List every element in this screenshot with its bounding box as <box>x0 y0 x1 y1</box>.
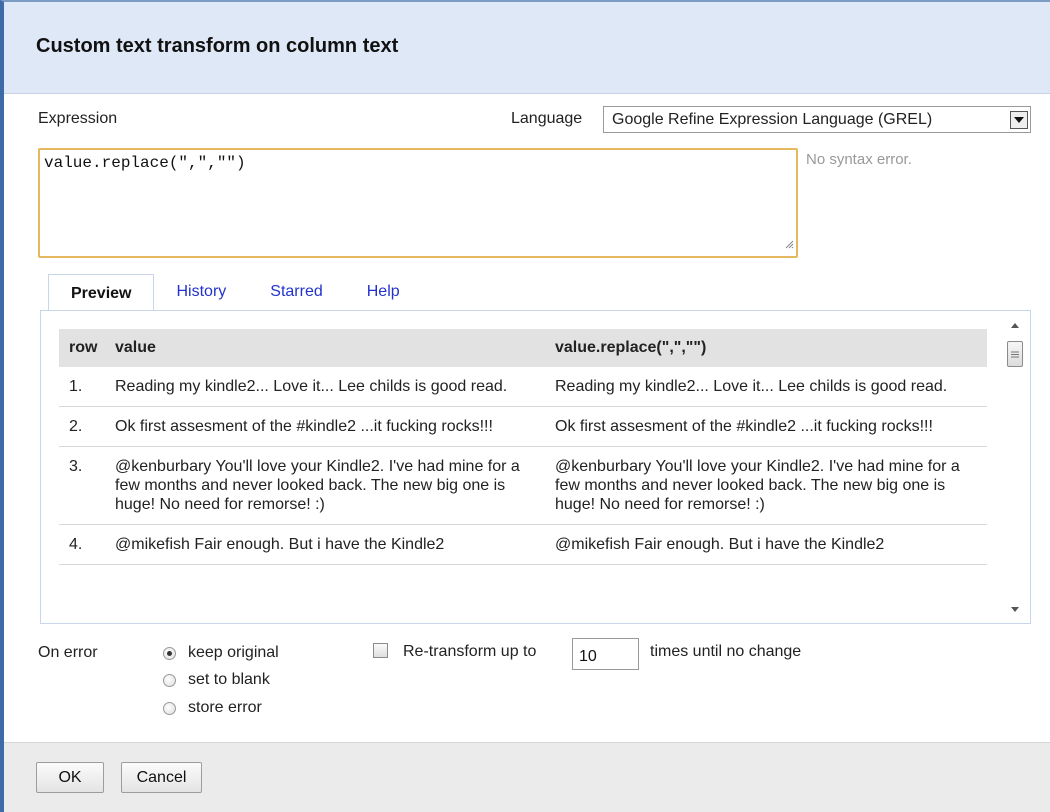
column-header-expression: value.replace(",","") <box>549 329 987 367</box>
dialog-title: Custom text transform on column text <box>36 35 399 57</box>
original-value-cell: @kenburbary You'll love your Kindle2. I'… <box>109 446 549 525</box>
radio-label: store error <box>188 699 262 716</box>
ok-button[interactable]: OK <box>36 762 104 793</box>
tab-preview[interactable]: Preview <box>48 274 155 311</box>
table-header-row: row value value.replace(",","") <box>59 329 987 367</box>
language-label: Language <box>511 110 583 127</box>
tab-help[interactable]: Help <box>345 273 422 310</box>
expression-input[interactable]: value.replace(",","") <box>40 150 796 256</box>
tab-starred[interactable]: Starred <box>248 273 344 310</box>
on-error-option-set-to-blank[interactable]: set to blank <box>163 671 270 689</box>
retransform-label: Re-transform up to <box>403 643 537 660</box>
preview-panel: row value value.replace(",","") 1. Readi… <box>40 310 1031 624</box>
language-selected-value: Google Refine Expression Language (GREL) <box>612 110 933 128</box>
syntax-status: No syntax error. <box>806 151 912 168</box>
tab-strip: Preview History Starred Help <box>48 273 422 311</box>
original-value-cell: Ok first assesment of the #kindle2 ...it… <box>109 406 549 447</box>
radio-keep-original[interactable] <box>163 646 176 660</box>
preview-table: row value value.replace(",","") 1. Readi… <box>59 329 987 565</box>
column-header-value: value <box>109 329 549 367</box>
original-value-cell: @mikefish Fair enough. But i have the Ki… <box>109 524 549 565</box>
row-number: 1. <box>59 367 109 407</box>
on-error-option-keep-original[interactable]: keep original <box>163 644 279 662</box>
language-select[interactable]: Google Refine Expression Language (GREL) <box>603 106 1031 133</box>
table-row: 4. @mikefish Fair enough. But i have the… <box>59 524 987 565</box>
table-row: 3. @kenburbary You'll love your Kindle2.… <box>59 446 987 525</box>
dialog-title-bar: Custom text transform on column text <box>4 2 1050 94</box>
scroll-down-arrow-icon[interactable] <box>1006 601 1024 617</box>
vertical-scrollbar[interactable] <box>1006 317 1024 617</box>
chevron-down-icon[interactable] <box>1010 110 1028 129</box>
table-row: 1. Reading my kindle2... Love it... Lee … <box>59 367 987 407</box>
radio-label: keep original <box>188 644 279 661</box>
dialog-footer: OK Cancel <box>4 742 1050 812</box>
column-header-row: row <box>59 329 109 367</box>
table-row: 2. Ok first assesment of the #kindle2 ..… <box>59 406 987 447</box>
tab-history[interactable]: History <box>154 273 248 310</box>
result-value-cell: @mikefish Fair enough. But i have the Ki… <box>549 524 987 565</box>
scroll-up-arrow-icon[interactable] <box>1006 317 1024 333</box>
original-value-cell: Reading my kindle2... Love it... Lee chi… <box>109 367 549 407</box>
row-number: 3. <box>59 446 109 525</box>
result-value-cell: Ok first assesment of the #kindle2 ...it… <box>549 406 987 447</box>
retransform-times-input[interactable] <box>572 638 639 670</box>
resize-grip-icon[interactable] <box>784 236 794 254</box>
on-error-option-store-error[interactable]: store error <box>163 699 262 717</box>
preview-table-container[interactable]: row value value.replace(",","") 1. Readi… <box>59 329 989 623</box>
on-error-label: On error <box>38 644 98 661</box>
expression-label: Expression <box>38 110 118 127</box>
expression-editor[interactable]: value.replace(",","") <box>38 148 798 258</box>
row-number: 2. <box>59 406 109 447</box>
radio-label: set to blank <box>188 671 270 688</box>
result-value-cell: @kenburbary You'll love your Kindle2. I'… <box>549 446 987 525</box>
row-number: 4. <box>59 524 109 565</box>
scrollbar-thumb[interactable] <box>1007 341 1023 367</box>
retransform-suffix-label: times until no change <box>650 643 802 660</box>
cancel-button[interactable]: Cancel <box>121 762 202 793</box>
retransform-checkbox[interactable] <box>373 643 388 658</box>
radio-set-to-blank[interactable] <box>163 673 176 687</box>
result-value-cell: Reading my kindle2... Love it... Lee chi… <box>549 367 987 407</box>
radio-store-error[interactable] <box>163 701 176 715</box>
